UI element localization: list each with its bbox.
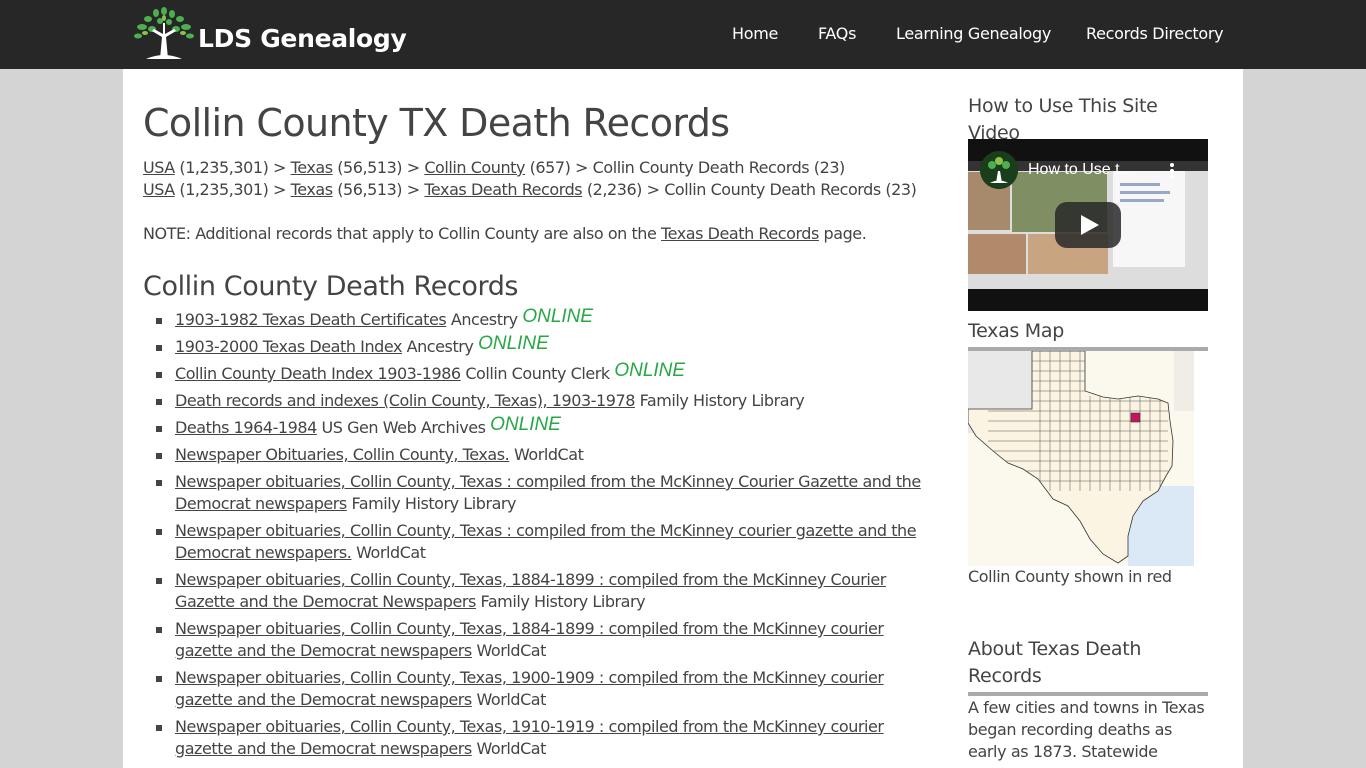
breadcrumb-row: USA (1,235,301) > Texas (56,513) > Colli… — [143, 157, 916, 179]
page-content: Collin County TX Death Records USA (1,23… — [123, 69, 1243, 768]
site-header: LDS Genealogy Home FAQs Learning Genealo… — [0, 0, 1366, 69]
record-source: Ancestry — [450, 310, 518, 329]
breadcrumb-text: (1,235,301) > — [174, 158, 291, 177]
nav-home[interactable]: Home — [732, 24, 778, 43]
nav-records-directory[interactable]: Records Directory — [1086, 24, 1224, 43]
record-item: Newspaper obituaries, Collin County, Tex… — [143, 716, 943, 760]
breadcrumb-link[interactable]: USA — [143, 158, 175, 177]
collin-county-highlight — [1130, 412, 1141, 423]
record-source: WorldCat — [476, 739, 546, 758]
record-link[interactable]: Death records and indexes (Colin County,… — [175, 391, 635, 410]
about-heading: About Texas Death Records — [968, 636, 1208, 696]
breadcrumb-text: (1,235,301) > — [174, 180, 291, 199]
about-widget-heading: About Texas Death Records — [968, 636, 1208, 696]
breadcrumb-link[interactable]: USA — [143, 180, 175, 199]
record-source: Family History Library — [480, 592, 646, 611]
bullet-icon — [156, 453, 162, 459]
record-item: Deaths 1964-1984 US Gen Web Archives ONL… — [143, 414, 943, 439]
map-widget-heading: Texas Map — [968, 318, 1208, 351]
records-list: 1903-1982 Texas Death Certificates Ances… — [143, 306, 943, 765]
bullet-icon — [156, 480, 162, 486]
record-source: Collin County Clerk — [465, 364, 610, 383]
record-source: WorldCat — [513, 445, 584, 464]
map-caption: Collin County shown in red — [968, 567, 1172, 586]
bullet-icon — [156, 372, 162, 378]
breadcrumb-text: (56,513) > — [332, 158, 425, 177]
texas-county-map — [968, 351, 1194, 566]
record-source: Ancestry — [406, 337, 474, 356]
nav-faqs[interactable]: FAQs — [818, 24, 856, 43]
breadcrumb-text: (2,236) > Collin County Death Records (2… — [582, 180, 917, 199]
record-item: Newspaper obituaries, Collin County, Tex… — [143, 569, 943, 613]
record-link[interactable]: 1903-1982 Texas Death Certificates — [175, 310, 447, 329]
record-source: WorldCat — [356, 543, 426, 562]
nav-learning-genealogy[interactable]: Learning Genealogy — [896, 24, 1051, 43]
record-link[interactable]: Collin County Death Index 1903-1986 — [175, 364, 461, 383]
record-source: WorldCat — [476, 690, 546, 709]
record-item: Newspaper obituaries, Collin County, Tex… — [143, 471, 943, 515]
main-nav: Home FAQs Learning Genealogy Records Dir… — [0, 24, 1366, 48]
breadcrumb-link[interactable]: Collin County — [424, 158, 525, 177]
record-item: Newspaper obituaries, Collin County, Tex… — [143, 618, 943, 662]
play-button-icon[interactable] — [1055, 202, 1121, 248]
record-item: 1903-1982 Texas Death Certificates Ances… — [143, 306, 943, 331]
about-text: A few cities and towns in Texas began re… — [968, 698, 1205, 761]
note-link-texas-death-records[interactable]: Texas Death Records — [661, 224, 819, 243]
record-item: Death records and indexes (Colin County,… — [143, 390, 943, 412]
page-title: Collin County TX Death Records — [143, 101, 730, 145]
breadcrumb-link[interactable]: Texas — [291, 180, 333, 199]
bullet-icon — [156, 676, 162, 682]
breadcrumb-link[interactable]: Texas Death Records — [424, 180, 582, 199]
online-badge: ONLINE — [522, 306, 594, 327]
thumb-doc-line — [1120, 199, 1164, 202]
bullet-icon — [156, 578, 162, 584]
thumb-photo — [968, 234, 1026, 274]
bullet-icon — [156, 627, 162, 633]
breadcrumb-text: (56,513) > — [332, 180, 425, 199]
bullet-icon — [156, 399, 162, 405]
online-badge: ONLINE — [490, 414, 561, 435]
record-item: Newspaper obituaries, Collin County, Tex… — [143, 667, 943, 711]
breadcrumb-link[interactable]: Texas — [291, 158, 333, 177]
bullet-icon — [156, 529, 162, 535]
record-item: Newspaper obituaries, Collin County, Tex… — [143, 520, 943, 564]
bullet-icon — [156, 318, 162, 324]
bullet-icon — [156, 426, 162, 432]
bullet-icon — [156, 725, 162, 731]
record-source: Family History Library — [351, 494, 517, 513]
breadcrumbs: USA (1,235,301) > Texas (56,513) > Colli… — [143, 157, 917, 201]
record-item: Newspaper Obituaries, Collin County, Tex… — [143, 444, 943, 466]
record-link[interactable]: Newspaper Obituaries, Collin County, Tex… — [175, 445, 510, 464]
record-link[interactable]: Newspaper obituaries, Collin County, Tex… — [175, 521, 917, 562]
record-link[interactable]: 1903-2000 Texas Death Index — [175, 337, 402, 356]
section-title: Collin County Death Records — [143, 271, 519, 302]
record-link[interactable]: Deaths 1964-1984 — [175, 418, 317, 437]
bullet-icon — [156, 345, 162, 351]
more-options-icon[interactable] — [1168, 163, 1176, 181]
thumb-doc-line — [1120, 183, 1160, 186]
video-player[interactable]: How to Use t... — [968, 139, 1208, 311]
record-source: Family History Library — [639, 391, 805, 410]
breadcrumb-text: (657) > Collin County Death Records (23) — [525, 158, 846, 177]
record-item: 1903-2000 Texas Death Index Ancestry ONL… — [143, 333, 943, 358]
online-badge: ONLINE — [614, 360, 686, 381]
video-title[interactable]: How to Use t... — [1028, 161, 1133, 179]
record-source: WorldCat — [476, 641, 546, 660]
record-link[interactable]: Newspaper obituaries, Collin County, Tex… — [175, 472, 921, 513]
online-badge: ONLINE — [478, 333, 549, 354]
note: NOTE: Additional records that apply to C… — [143, 223, 867, 245]
note-suffix: page. — [818, 224, 867, 243]
record-item: Collin County Death Index 1903-1986 Coll… — [143, 360, 943, 385]
thumb-doc-line — [1120, 191, 1170, 194]
map-heading: Texas Map — [968, 318, 1208, 351]
record-source: US Gen Web Archives — [321, 418, 486, 437]
breadcrumb-row: USA (1,235,301) > Texas (56,513) > Texas… — [143, 179, 917, 201]
note-text: NOTE: Additional records that apply to C… — [143, 224, 662, 243]
channel-avatar-icon[interactable] — [980, 151, 1018, 189]
